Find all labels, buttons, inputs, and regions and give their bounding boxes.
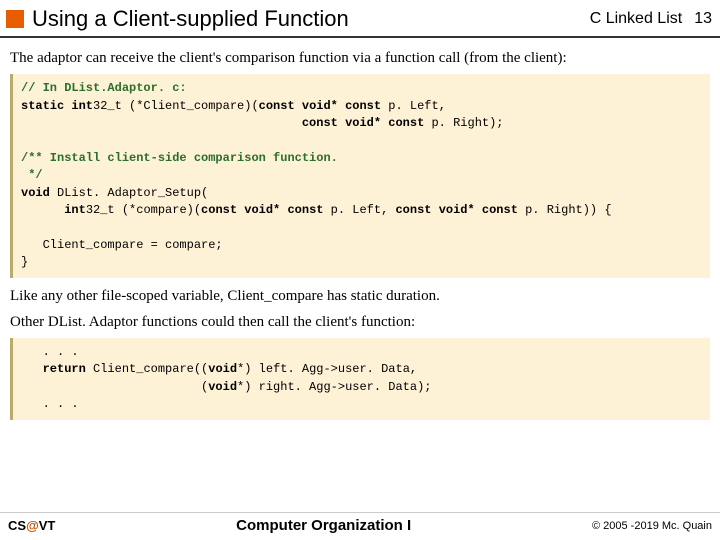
code-text: *) right. Agg->user. Data); [237,380,431,394]
code-keyword: return [43,362,86,376]
slide-header: Using a Client-supplied Function C Linke… [0,0,720,36]
slide-title: Using a Client-supplied Function [32,6,590,32]
code-keyword: const void* const [302,116,424,130]
code-text: p. Left, [381,99,446,113]
intro-paragraph: The adaptor can receive the client's com… [10,48,710,68]
header-divider [0,36,720,38]
code-doc: */ [21,168,43,182]
code-keyword: const void* const [201,203,323,217]
footer-left: CS@VT [8,518,55,533]
code-block-1: // In DList.Adaptor. c: static int32_t (… [10,74,710,277]
slide: Using a Client-supplied Function C Linke… [0,0,720,540]
code-comment: // In DList.Adaptor. c: [21,81,187,95]
code-doc: /** Install client-side comparison funct… [21,151,338,165]
code-body: Client_compare = compare; [21,238,223,252]
code-text: p. Right); [424,116,503,130]
code-text: *) left. Agg->user. Data, [237,362,417,376]
code-pad: ( [21,380,208,394]
code-keyword: void [208,380,237,394]
code-text: Client_compare(( [86,362,208,376]
code-keyword: static int [21,99,93,113]
mid-paragraph-1: Like any other file-scoped variable, Cli… [10,286,710,306]
code-pad [21,203,64,217]
footer-org-b: VT [39,518,56,533]
footer-org-a: CS [8,518,26,533]
code-keyword: int [64,203,86,217]
footer-course: Computer Organization I [236,517,411,534]
code-text: p. Right)) { [518,203,612,217]
code-keyword: const void* const [259,99,381,113]
slide-footer: CS@VT Computer Organization I © 2005 -20… [0,512,720,540]
footer-copyright: © 2005 -2019 Mc. Quain [592,520,712,532]
code-keyword: void [208,362,237,376]
code-text: . . . [21,397,79,411]
mid-paragraph-2: Other DList. Adaptor functions could the… [10,312,710,332]
slide-content: The adaptor can receive the client's com… [0,42,720,512]
accent-square-icon [6,10,24,28]
code-text: 32_t (*Client_compare)( [93,99,259,113]
code-pad [21,362,43,376]
page-number: 13 [694,10,712,28]
code-block-2: . . . return Client_compare((void*) left… [10,338,710,420]
code-text: 32_t (*compare)( [86,203,201,217]
code-end: } [21,255,28,269]
footer-at: @ [26,518,39,533]
code-keyword: const void* const [395,203,517,217]
code-keyword: void [21,186,50,200]
code-text: . . . [21,345,79,359]
code-pad [21,116,302,130]
code-text: p. Left, [323,203,395,217]
code-text: DList. Adaptor_Setup( [50,186,208,200]
header-topic: C Linked List [590,10,683,28]
